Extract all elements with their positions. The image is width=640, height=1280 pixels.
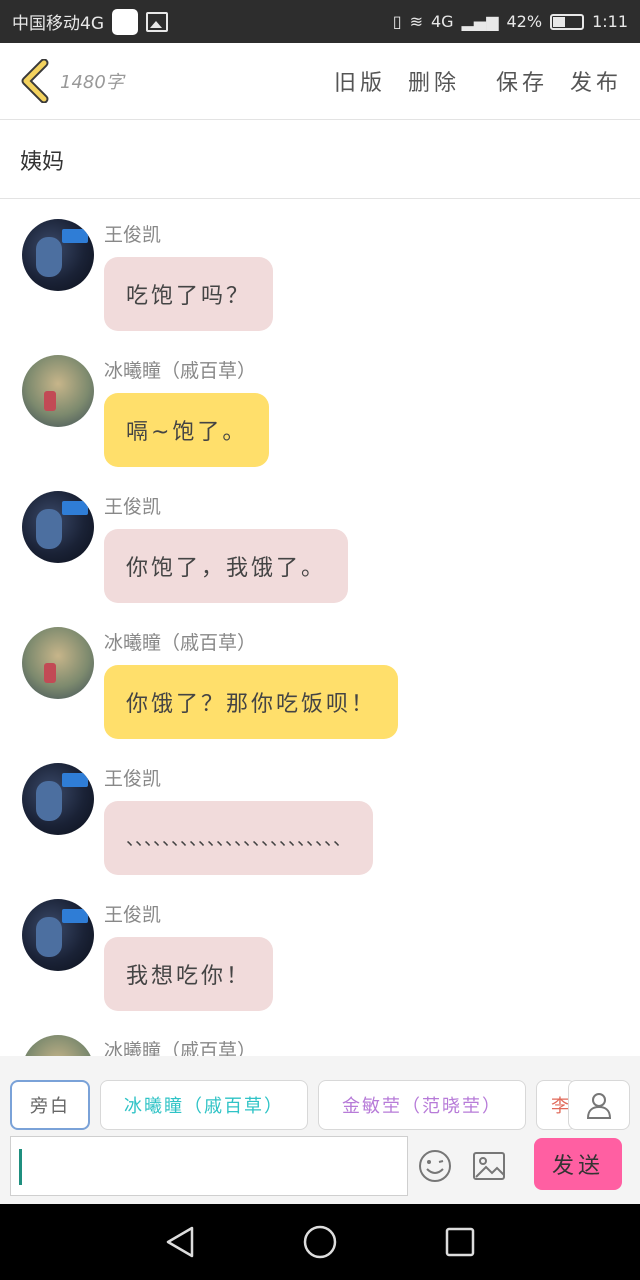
story-title-text: 姨妈 (20, 149, 65, 175)
status-bar: 中国移动4G ▯ ≋ 4G ▂▄▆ 42% 1:11 (0, 0, 640, 43)
clock: 1:11 (592, 12, 628, 31)
system-nav-bar (0, 1204, 640, 1280)
chat-message[interactable]: 王俊凯 、、、、、、、、、、、、、、、、、、、、、、、、 (22, 763, 373, 875)
notification-square-icon (112, 8, 138, 35)
chat-list[interactable]: 王俊凯 吃饱了吗？ 冰曦瞳（戚百草） 嗝~饱了。 王俊凯 你饱了，我饿了。 冰曦… (0, 199, 640, 1056)
delete-button[interactable]: 删除 (408, 65, 460, 97)
chat-message[interactable]: 冰曦瞳（戚百草） 你饿了？那你吃饭呗！ (22, 627, 399, 739)
avatar[interactable] (22, 355, 94, 427)
sender-name: 王俊凯 (104, 224, 162, 246)
message-bubble[interactable]: 我想吃你！ (104, 937, 274, 1011)
battery-percent: 42% (506, 12, 543, 31)
message-bubble[interactable]: 你饿了？那你吃饭呗！ (104, 665, 399, 739)
network-type: 4G (431, 12, 454, 31)
sender-name: 冰曦瞳（戚百草） (104, 1040, 257, 1056)
avatar[interactable] (22, 627, 94, 699)
editor-toolbar: 1480字 旧版 删除 保存 发布 (0, 43, 640, 120)
chat-message[interactable]: 王俊凯 我想吃你！ (22, 899, 274, 1011)
status-left: 中国移动4G (12, 8, 168, 35)
back-icon[interactable] (18, 56, 52, 106)
chat-message[interactable]: 王俊凯 吃饱了吗？ (22, 219, 274, 331)
avatar[interactable] (22, 491, 94, 563)
message-bubble[interactable]: 你饱了，我饿了。 (104, 529, 349, 603)
text-caret (19, 1149, 22, 1185)
signal-icon: ▂▄▆ (461, 12, 499, 31)
story-title[interactable]: 姨妈 (0, 121, 640, 199)
publish-button[interactable]: 发布 (570, 65, 622, 97)
sender-name: 冰曦瞳（戚百草） (104, 360, 257, 382)
composer-panel: 旁白 冰曦瞳（戚百草） 金敏茔（范晓茔） 李 发送 (0, 1056, 640, 1204)
nav-back-icon[interactable] (160, 1222, 200, 1262)
nav-home-icon[interactable] (300, 1222, 340, 1262)
sender-name: 王俊凯 (104, 496, 162, 518)
save-button[interactable]: 保存 (496, 65, 548, 97)
chat-message[interactable]: 王俊凯 你饱了，我饿了。 (22, 491, 349, 603)
person-icon[interactable] (568, 1080, 630, 1130)
vibrate-icon: ▯ (392, 12, 402, 31)
message-bubble[interactable]: 、、、、、、、、、、、、、、、、、、、、、、、、 (104, 801, 373, 875)
gallery-notification-icon (146, 11, 168, 32)
avatar[interactable] (22, 1035, 94, 1056)
message-bubble[interactable]: 吃饱了吗？ (104, 257, 274, 331)
image-icon[interactable] (472, 1151, 506, 1181)
wifi-icon: ≋ (409, 12, 423, 31)
battery-level (553, 16, 565, 27)
sender-name: 王俊凯 (104, 904, 162, 926)
avatar[interactable] (22, 899, 94, 971)
nav-recent-icon[interactable] (440, 1222, 480, 1262)
old-version-button[interactable]: 旧版 (334, 65, 386, 97)
carrier-label: 中国移动4G (12, 14, 104, 34)
emoji-icon[interactable] (417, 1148, 453, 1184)
role-button-2[interactable]: 金敏茔（范晓茔） (318, 1080, 526, 1130)
status-right: ▯ ≋ 4G ▂▄▆ 42% 1:11 (393, 12, 628, 31)
send-button[interactable]: 发送 (534, 1138, 622, 1190)
role-narrator-button[interactable]: 旁白 (10, 1080, 90, 1130)
avatar[interactable] (22, 763, 94, 835)
sender-name: 冰曦瞳（戚百草） (104, 632, 257, 654)
message-bubble[interactable]: 嗝~饱了。 (104, 393, 270, 467)
role-button-1[interactable]: 冰曦瞳（戚百草） (100, 1080, 308, 1130)
chat-message[interactable]: 冰曦瞳（戚百草） (22, 1035, 256, 1056)
avatar[interactable] (22, 219, 94, 291)
message-input[interactable] (10, 1136, 408, 1196)
chat-message[interactable]: 冰曦瞳（戚百草） 嗝~饱了。 (22, 355, 270, 467)
word-count: 1480字 (60, 72, 124, 93)
sender-name: 王俊凯 (104, 768, 162, 790)
role-selector: 旁白 冰曦瞳（戚百草） 金敏茔（范晓茔） 李 (10, 1080, 576, 1130)
battery-icon (550, 13, 585, 30)
toolbar-actions: 旧版 删除 保存 发布 (334, 65, 622, 97)
